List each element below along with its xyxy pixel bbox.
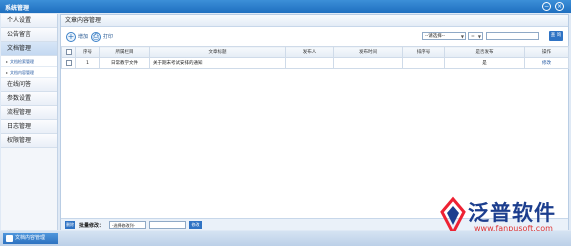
sidebar-item-qa[interactable]: 在线问答 xyxy=(1,78,57,92)
filter-field-select[interactable]: --请选择-- ▼ xyxy=(422,32,466,40)
column-header: 发布时间 xyxy=(333,46,403,58)
brand-logo-icon xyxy=(440,196,466,236)
batch-apply-button[interactable]: 修改 xyxy=(189,221,202,229)
select-all-checkbox[interactable] xyxy=(65,48,72,55)
column-header: 排序号 xyxy=(402,46,445,58)
printer-icon: ⎙ xyxy=(91,31,101,42)
article-table: 序号 所属栏目 文章标题 发布人 发布时间 排序号 是否发布 操作 1 日常教学… xyxy=(61,46,569,69)
column-header: 操作 xyxy=(524,46,569,58)
search-input[interactable] xyxy=(486,32,539,40)
sidebar-subitem-doc-search[interactable]: ▸ 文档检索管理 xyxy=(1,56,57,67)
column-header: 发布人 xyxy=(285,46,334,58)
sidebar-subitem-label: 文档内容管理 xyxy=(10,70,35,75)
bullet-icon: ▸ xyxy=(6,59,9,64)
row-publisher xyxy=(285,57,334,69)
query-button[interactable]: 查 询 xyxy=(549,31,563,41)
table-row: 1 日常教学文件 关于期末考试安排的通知 是 修改 xyxy=(61,57,569,69)
sidebar-item-personal[interactable]: 个人设置 xyxy=(1,14,57,28)
sidebar-item-workflow[interactable]: 流程管理 xyxy=(1,106,57,120)
row-index: 1 xyxy=(75,57,100,69)
row-checkbox[interactable] xyxy=(65,59,72,66)
print-button[interactable]: ⎙ 打印 xyxy=(91,31,113,42)
delete-button[interactable]: 删除 xyxy=(65,221,75,229)
taskbar: 文档内容管理 xyxy=(0,231,571,246)
window-title-bar: 系统管理 − × xyxy=(0,0,571,13)
toolbar: + 增加 ⎙ 打印 --请选择-- ▼ = ▼ 查 询 xyxy=(61,28,568,45)
row-title: 关于期末考试安排的通知 xyxy=(149,57,286,69)
sidebar-item-logs[interactable]: 日志管理 xyxy=(1,120,57,134)
bullet-icon: ▸ xyxy=(6,70,9,75)
brand-name: 泛普软件 xyxy=(468,201,556,225)
add-button-label: 增加 xyxy=(78,34,89,40)
sidebar-item-permissions[interactable]: 权限管理 xyxy=(1,134,57,148)
sidebar-item-notice[interactable]: 公告留言 xyxy=(1,28,57,42)
row-select-cell[interactable] xyxy=(61,57,76,69)
column-header: 所属栏目 xyxy=(99,46,150,58)
print-button-label: 打印 xyxy=(103,34,114,40)
task-tab-label: 文档内容管理 xyxy=(15,235,46,241)
table-header-row: 序号 所属栏目 文章标题 发布人 发布时间 排序号 是否发布 操作 xyxy=(61,46,569,58)
home-icon xyxy=(6,235,13,242)
select-all-cell[interactable] xyxy=(61,46,76,58)
column-header: 序号 xyxy=(75,46,100,58)
filter-operator-select[interactable]: = ▼ xyxy=(468,32,483,40)
sidebar-item-documents[interactable]: 文档管理 xyxy=(1,42,57,56)
sidebar-item-params[interactable]: 参数设置 xyxy=(1,92,57,106)
close-icon[interactable]: × xyxy=(555,2,564,11)
batch-value-input[interactable] xyxy=(149,221,186,229)
chevron-down-icon: ▼ xyxy=(460,34,464,39)
row-time xyxy=(333,57,403,69)
sidebar-subitem-doc-content[interactable]: ▸ 文档内容管理 xyxy=(1,67,57,78)
filter-field-value: --请选择-- xyxy=(425,34,445,39)
window-title: 系统管理 xyxy=(5,5,30,12)
task-tab-doc-content[interactable]: 文档内容管理 xyxy=(3,233,58,244)
filter-operator-value: = xyxy=(471,34,475,39)
panel-title: 文章内容管理 xyxy=(61,15,568,27)
sidebar-subitem-label: 文档检索管理 xyxy=(10,59,35,64)
sidebar: 个人设置 公告留言 文档管理 ▸ 文档检索管理 ▸ 文档内容管理 在线问答 参数设置… xyxy=(1,14,58,230)
row-column: 日常教学文件 xyxy=(99,57,150,69)
row-edit-link[interactable]: 修改 xyxy=(524,57,569,69)
plus-icon: + xyxy=(66,31,76,42)
minimize-icon[interactable]: − xyxy=(542,2,551,11)
column-header: 是否发布 xyxy=(444,46,525,58)
column-header: 文章标题 xyxy=(149,46,286,58)
row-order xyxy=(402,57,445,69)
add-button[interactable]: + 增加 xyxy=(66,31,88,42)
batch-edit-label: 批量修改： xyxy=(79,223,105,229)
chevron-down-icon: ▼ xyxy=(477,34,481,39)
batch-column-select[interactable]: -选择修改列- xyxy=(109,221,146,229)
row-published: 是 xyxy=(444,57,525,69)
